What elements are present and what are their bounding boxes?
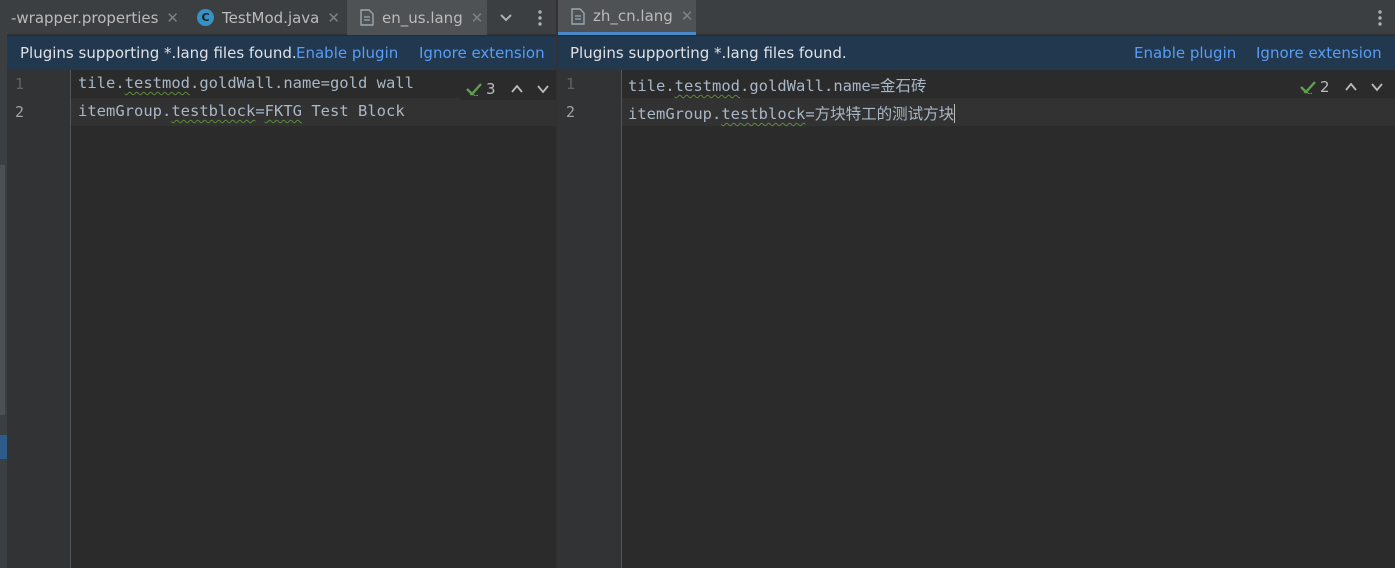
next-highlight-icon[interactable] xyxy=(1370,80,1384,94)
java-class-icon: C xyxy=(197,9,214,26)
previous-highlight-icon[interactable] xyxy=(510,82,524,96)
tab-label: -wrapper.properties xyxy=(11,8,159,27)
previous-highlight-icon[interactable] xyxy=(1344,80,1358,94)
line-number: 2 xyxy=(566,103,576,121)
inspection-widget[interactable]: 3 xyxy=(460,78,568,100)
plugin-suggestion-banner: Plugins supporting *.lang files found. E… xyxy=(558,36,1395,70)
banner-message: Plugins supporting *.lang files found. xyxy=(570,44,847,62)
tab-label: zh_cn.lang xyxy=(593,7,673,25)
check-icon xyxy=(1300,81,1316,94)
inspection-widget[interactable]: 2 xyxy=(1300,78,1395,96)
typo-word: testmod xyxy=(674,77,740,95)
enable-plugin-link[interactable]: Enable plugin xyxy=(296,44,398,62)
text-file-icon xyxy=(571,7,585,25)
code-line[interactable]: tile.testmod.goldWall.name=gold wall xyxy=(78,74,414,92)
tab-bar-left: -wrapper.properties ✕ C TestMod.java ✕ e… xyxy=(7,0,556,35)
line-number-gutter: 1 2 xyxy=(558,70,622,568)
typo-word: testblock xyxy=(171,102,256,120)
ignore-extension-link[interactable]: Ignore extension xyxy=(1256,44,1382,62)
tab-label: en_us.lang xyxy=(382,8,463,27)
ignore-extension-link[interactable]: Ignore extension xyxy=(419,44,545,62)
enable-plugin-link[interactable]: Enable plugin xyxy=(1134,44,1236,62)
tab-wrapper-properties[interactable]: -wrapper.properties ✕ xyxy=(11,0,179,35)
code-line[interactable]: tile.testmod.goldWall.name=金石砖 xyxy=(628,74,926,96)
code-line[interactable]: itemGroup.testblock=方块特工的测试方块 xyxy=(628,102,956,124)
selected-marker xyxy=(0,435,7,459)
text-caret xyxy=(954,104,956,123)
tab-en-us-lang[interactable]: en_us.lang ✕ xyxy=(347,0,487,35)
code-line[interactable]: itemGroup.testblock=FKTG Test Block xyxy=(78,102,405,120)
more-options-icon[interactable] xyxy=(529,0,551,35)
text-file-icon xyxy=(360,9,374,26)
close-icon[interactable]: ✕ xyxy=(471,9,484,27)
plugin-suggestion-banner: Plugins supporting *.lang files found. E… xyxy=(7,36,556,70)
left-scroll-strip[interactable] xyxy=(0,0,7,568)
show-hidden-tabs-icon[interactable] xyxy=(493,0,519,35)
close-icon[interactable]: ✕ xyxy=(327,9,340,27)
scrollbar-thumb[interactable] xyxy=(0,165,5,415)
line-number: 1 xyxy=(566,75,576,93)
typo-word: testblock xyxy=(721,105,806,123)
typo-word: testmod xyxy=(124,74,190,92)
code-editor-left[interactable]: 1 2 tile.testmod.goldWall.name=gold wall… xyxy=(7,70,568,568)
close-icon[interactable]: ✕ xyxy=(166,9,179,27)
next-highlight-icon[interactable] xyxy=(536,82,550,96)
tab-zh-cn-lang[interactable]: zh_cn.lang ✕ xyxy=(558,0,696,35)
more-options-icon[interactable] xyxy=(1369,0,1391,35)
inspection-count: 3 xyxy=(486,80,496,98)
check-icon xyxy=(466,83,482,96)
editor-pane-right: zh_cn.lang ✕ Plugins supporting *.lang f… xyxy=(558,0,1395,568)
code-editor-right[interactable]: 1 2 tile.testmod.goldWall.name=金石砖 itemG… xyxy=(558,70,1395,568)
banner-message: Plugins supporting *.lang files found. xyxy=(20,44,297,62)
line-number: 2 xyxy=(15,103,25,121)
inspection-count: 2 xyxy=(1320,78,1330,96)
typo-word: FKTG xyxy=(264,102,302,120)
close-icon[interactable]: ✕ xyxy=(681,7,694,25)
tab-label: TestMod.java xyxy=(222,8,320,27)
tab-testmod-java[interactable]: C TestMod.java ✕ xyxy=(197,0,340,35)
editor-pane-left: -wrapper.properties ✕ C TestMod.java ✕ e… xyxy=(7,0,568,568)
line-number: 1 xyxy=(15,75,25,93)
line-number-gutter: 1 2 xyxy=(7,70,71,568)
tab-bar-right: zh_cn.lang ✕ xyxy=(558,0,1395,35)
